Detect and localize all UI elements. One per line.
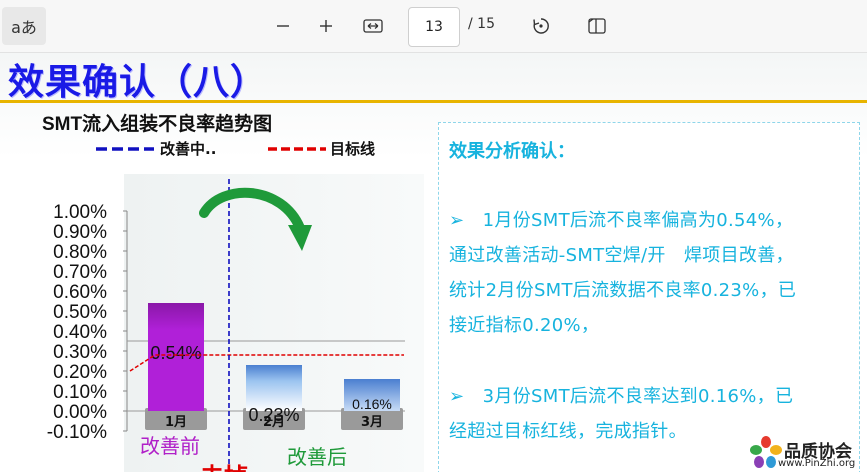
y-tick-label: 0.00% <box>53 402 107 423</box>
trend-arrow <box>199 187 305 233</box>
fit-page-button[interactable] <box>360 10 386 42</box>
cut-off-label: 去掉 <box>200 463 248 472</box>
label-after: 改善后 <box>287 445 347 469</box>
y-tick-label: 0.20% <box>53 362 107 383</box>
analysis-line: ➢ 1月份SMT后流不良率偏高为0.54%， <box>449 210 794 231</box>
label-before: 改善前 <box>140 434 200 458</box>
y-tick-label: -0.10% <box>47 422 107 443</box>
analysis-line: 统计2月份SMT后流数据不良率0.23%，已 <box>449 280 797 301</box>
minus-icon <box>277 25 289 27</box>
pinzhi-logo: 品质协会 www.PinZhi.org <box>748 431 867 472</box>
analysis-heading: 效果分析确认： <box>449 141 575 162</box>
y-tick-label: 0.70% <box>53 262 107 283</box>
read-aloud-button[interactable]: aあ <box>2 7 46 45</box>
rotate-button[interactable] <box>528 10 554 42</box>
data-label: 0.23% <box>248 405 299 425</box>
two-page-icon <box>588 18 606 34</box>
y-tick-label: 0.40% <box>53 322 107 343</box>
trend-arrowhead <box>288 225 312 251</box>
y-tick-label: 0.50% <box>53 302 107 323</box>
y-tick-label: 1.00% <box>53 202 107 223</box>
zoom-in-button[interactable] <box>314 10 338 42</box>
page-number-input[interactable]: 13 <box>408 7 460 47</box>
viewer-toolbar: aあ 13 / 15 <box>0 0 867 53</box>
x-tick-label: 3月 <box>361 415 383 430</box>
y-tick-label: 0.30% <box>53 342 107 363</box>
rotate-icon <box>533 18 549 34</box>
analysis-paragraph-1: ➢ 1月份SMT后流不良率偏高为0.54%， 通过改善活动-SMT空焊/开 焊项… <box>449 203 849 343</box>
analysis-line: 接近指标0.20%， <box>449 315 600 336</box>
page-view-button[interactable] <box>584 10 610 42</box>
logo-url: www.PinZhi.org <box>778 458 856 469</box>
analysis-box: 效果分析确认： ➢ 1月份SMT后流不良率偏高为0.54%， 通过改善活动-SM… <box>438 122 860 472</box>
fit-width-icon <box>363 19 383 33</box>
y-tick-label: 0.90% <box>53 222 107 243</box>
data-label: 0.16% <box>352 396 392 412</box>
analysis-line: ➢ 3月份SMT后流不良率达到0.16%，已 <box>449 386 794 407</box>
plus-icon <box>320 20 332 32</box>
slide-page: 效果确认（八） SMT流入组装不良率趋势图 改善中.. 目标线 1.00% 0.9… <box>0 53 867 472</box>
y-tick-label: 0.80% <box>53 242 107 263</box>
data-label: 0.54% <box>150 343 201 363</box>
analysis-line: 通过改善活动-SMT空焊/开 焊项目改善， <box>449 245 794 266</box>
page-total-label: / 15 <box>468 16 495 32</box>
zoom-out-button[interactable] <box>271 10 295 42</box>
y-tick-label: 0.10% <box>53 382 107 403</box>
y-tick-label: 0.60% <box>53 282 107 303</box>
x-tick-label: 1月 <box>165 415 187 430</box>
